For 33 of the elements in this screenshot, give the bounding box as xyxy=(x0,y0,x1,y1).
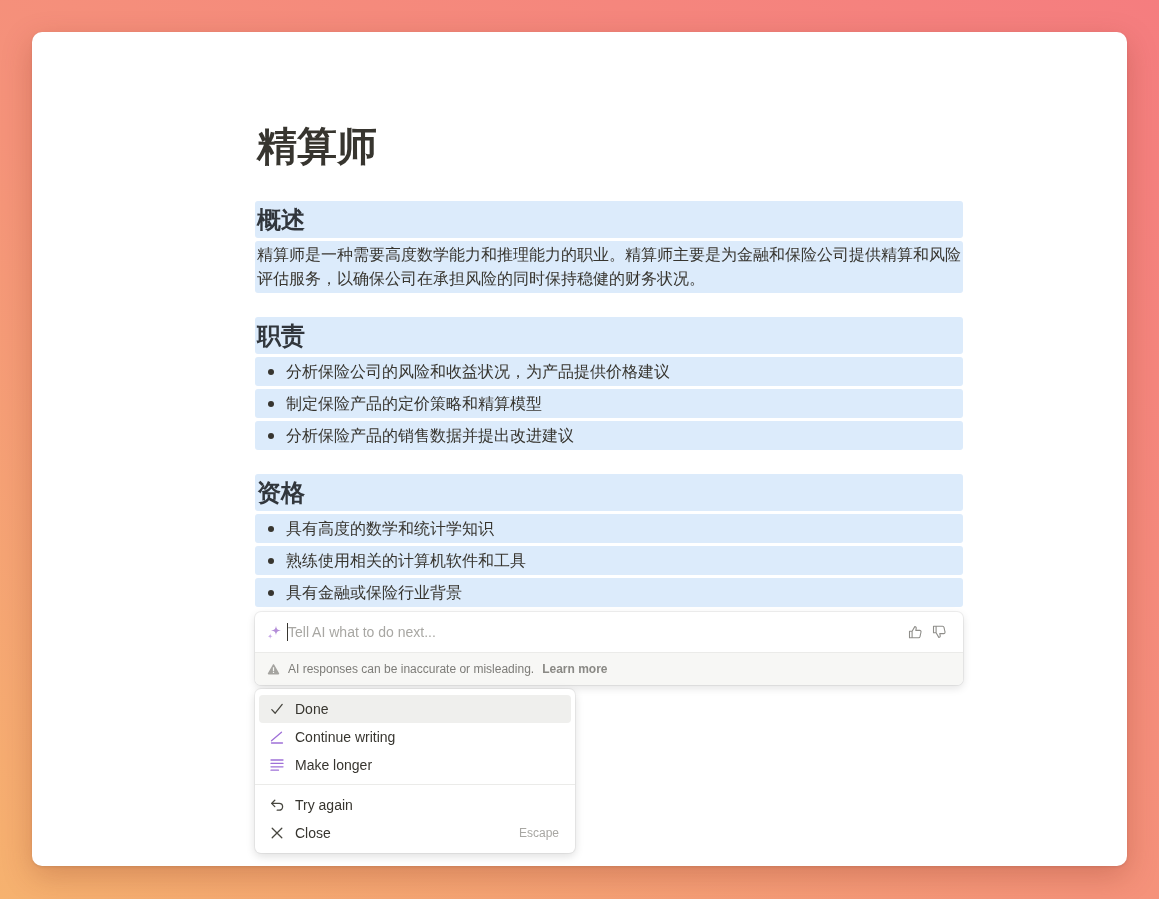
bullet-icon xyxy=(268,433,274,439)
text-lines-icon xyxy=(269,757,285,773)
disclaimer-text: AI responses can be inaccurate or misleading. xyxy=(288,662,535,676)
menu-item[interactable]: Done xyxy=(259,695,571,723)
menu-item[interactable]: Try again xyxy=(259,791,571,819)
list-item-text: 制定保险产品的定价策略和精算模型 xyxy=(286,394,542,414)
bullet-icon xyxy=(268,526,274,532)
check-icon xyxy=(269,701,285,717)
menu-item[interactable]: Make longer xyxy=(259,751,571,779)
list-item-text: 分析保险产品的销售数据并提出改进建议 xyxy=(286,426,574,446)
warning-icon xyxy=(267,662,280,676)
list-item-text: 具有高度的数学和统计学知识 xyxy=(286,519,494,539)
page-title: 精算师 xyxy=(257,123,378,170)
section-heading: 资格 xyxy=(255,474,963,511)
list-item-text: 熟练使用相关的计算机软件和工具 xyxy=(286,551,526,571)
menu-item[interactable]: Continue writing xyxy=(259,723,571,751)
bullet-icon xyxy=(268,369,274,375)
shortcut-hint: Escape xyxy=(518,826,559,840)
bullet-icon xyxy=(268,401,274,407)
bullet-icon xyxy=(268,590,274,596)
pen-line-icon xyxy=(269,729,285,745)
bullet-icon xyxy=(268,558,274,564)
ai-prompt-field[interactable]: Tell AI what to do next... xyxy=(288,622,899,642)
thumbs-down-icon[interactable] xyxy=(931,624,947,640)
close-icon xyxy=(269,825,285,841)
section-heading: 职责 xyxy=(255,317,963,354)
thumbs-up-icon[interactable] xyxy=(907,624,923,640)
section-heading: 概述 xyxy=(255,201,963,238)
menu-item[interactable]: Close Escape xyxy=(259,819,571,847)
paragraph: 精算师是一种需要高度数学能力和推理能力的职业。精算师主要是为金融和保险公司提供精算和风险评估服务，以确保公司在承担风险的同时保持稳健的财务状况。 xyxy=(255,241,963,293)
list-item-text: 具有金融或保险行业背景 xyxy=(286,583,462,603)
list-item-text: 分析保险公司的风险和收益状况，为产品提供价格建议 xyxy=(286,362,670,382)
undo-arrow-icon xyxy=(269,797,285,813)
